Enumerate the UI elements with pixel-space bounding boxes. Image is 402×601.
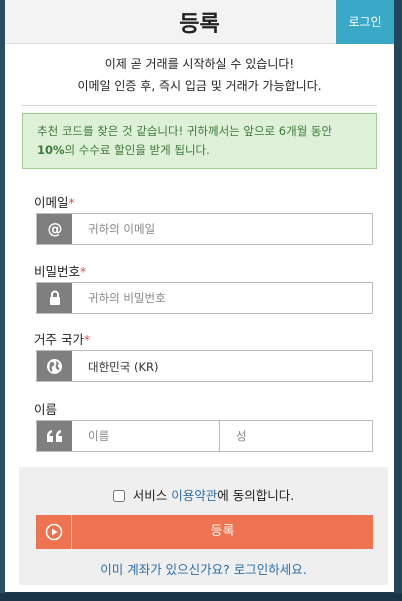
- intro-line-1: 이제 곧 거래를 시작하실 수 있습니다!: [104, 57, 295, 71]
- password-label-text: 비밀번호: [34, 264, 81, 279]
- agree-prefix: 서비스: [132, 488, 172, 503]
- email-label-text: 이메일: [34, 195, 69, 210]
- required-mark: *: [83, 332, 91, 347]
- email-label: 이메일*: [34, 192, 75, 211]
- agree-suffix: 에 동의합니다.: [217, 488, 295, 503]
- login-button[interactable]: 로그인: [336, 0, 394, 44]
- lock-icon: [37, 283, 72, 313]
- country-select[interactable]: 대한민국 (KR): [36, 350, 373, 382]
- quote-icon: [37, 421, 72, 451]
- terms-checkbox[interactable]: [112, 490, 125, 502]
- country-label: 거주 국가*: [34, 329, 90, 348]
- last-name-input[interactable]: [220, 421, 372, 451]
- name-label-text: 이름: [34, 402, 58, 417]
- referral-alert: 추천 코드를 찾은 것 같습니다! 귀하께서는 앞으로 6개월 동안 10%의 …: [22, 113, 377, 169]
- required-mark: *: [68, 195, 75, 210]
- alert-highlight: 10%: [37, 143, 65, 157]
- register-button[interactable]: 등록: [36, 515, 373, 549]
- register-button-label: 등록: [210, 524, 235, 539]
- background-right: [394, 0, 402, 601]
- password-input[interactable]: [72, 283, 372, 313]
- form-footer: 서비스 이용약관에 동의합니다. 등록 이미 계좌가 있으신가요? 로그인하세요…: [19, 467, 388, 585]
- terms-link[interactable]: 이용약관: [171, 488, 217, 503]
- email-input[interactable]: [72, 214, 372, 244]
- name-label: 이름: [34, 399, 57, 418]
- login-link[interactable]: 이미 계좌가 있으신가요? 로그인하세요.: [19, 559, 388, 578]
- country-selected-value: 대한민국 (KR): [88, 360, 159, 374]
- country-label-text: 거주 국가: [34, 332, 84, 347]
- first-name-input[interactable]: [72, 421, 220, 451]
- register-card: 등록 로그인 이제 곧 거래를 시작하실 수 있습니다! 이메일 인증 후, 즉…: [5, 0, 394, 592]
- play-circle-icon: [36, 515, 72, 549]
- alert-text-before: 추천 코드를 찾은 것 같습니다! 귀하께서는 앞으로 6개월 동안: [37, 124, 333, 138]
- password-label: 비밀번호*: [34, 261, 86, 280]
- divider: [22, 105, 377, 106]
- at-icon: @: [37, 214, 72, 244]
- terms-agreement: 서비스 이용약관에 동의합니다.: [19, 485, 388, 504]
- header: 등록 로그인: [5, 0, 394, 44]
- svg-text:@: @: [47, 220, 62, 238]
- globe-icon: [37, 351, 72, 381]
- required-mark: *: [80, 264, 87, 279]
- name-field: [36, 420, 373, 452]
- background-bottom: [0, 593, 402, 601]
- intro-line-2: 이메일 인증 후, 즉시 입금 및 거래가 가능합니다.: [77, 79, 322, 93]
- email-field: @: [36, 213, 373, 245]
- alert-text-after: 의 수수료 할인을 받게 됩니다.: [64, 143, 210, 157]
- password-field: [36, 282, 373, 314]
